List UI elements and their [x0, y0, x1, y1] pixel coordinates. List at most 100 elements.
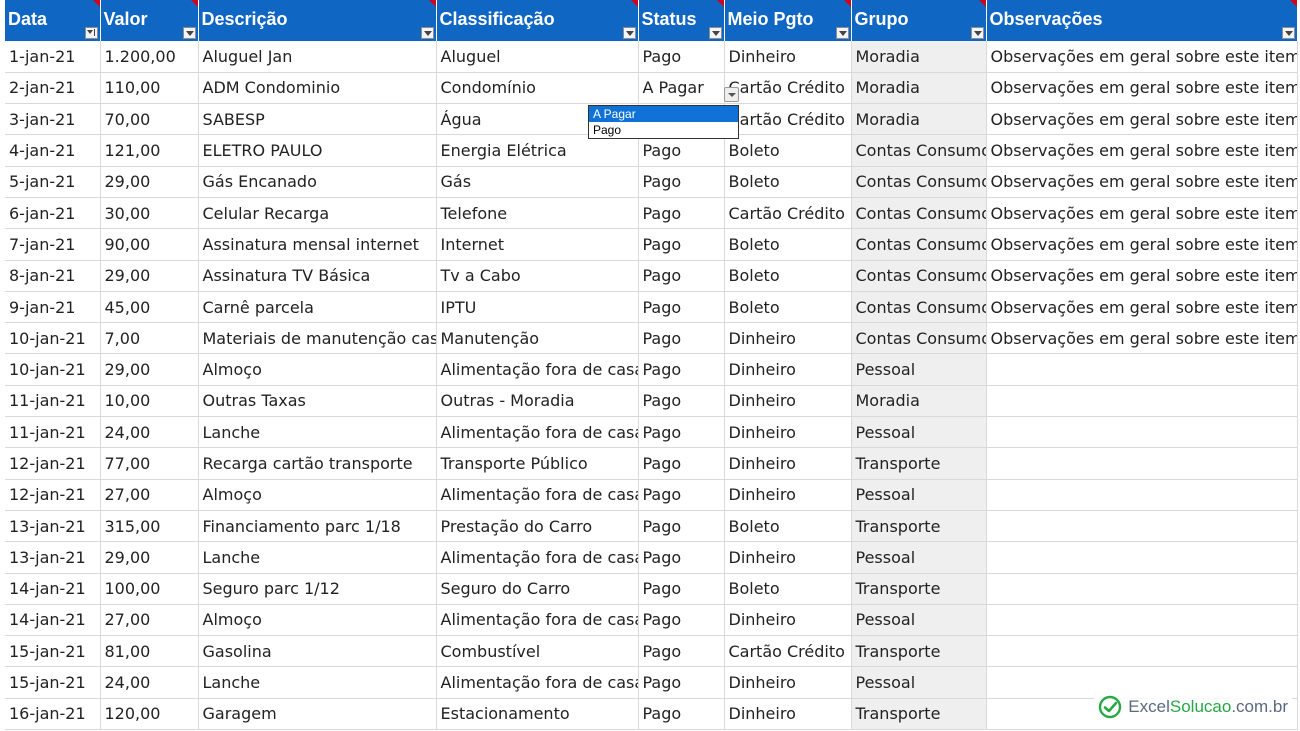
cell-valor[interactable]: 121,00: [100, 134, 199, 167]
cell-meio-pgto[interactable]: Dinheiro: [724, 41, 852, 73]
cell-valor[interactable]: 120,00: [100, 698, 199, 731]
cell-data[interactable]: 12-jan-21: [5, 479, 101, 511]
cell-grupo[interactable]: Pessoal: [851, 541, 987, 574]
cell-observacoes[interactable]: Observações em geral sobre este item: [986, 72, 1298, 105]
cell-data[interactable]: 1-jan-21: [5, 41, 101, 73]
sort-filter-icon[interactable]: [84, 27, 98, 39]
cell-data[interactable]: 11-jan-21: [5, 385, 101, 418]
cell-valor[interactable]: 29,00: [100, 166, 199, 198]
cell-valor[interactable]: 30,00: [100, 197, 199, 230]
active-cell-status[interactable]: A Pagar: [638, 72, 725, 105]
cell-descricao[interactable]: Celular Recarga: [198, 197, 437, 230]
cell-data[interactable]: 7-jan-21: [5, 228, 101, 261]
cell-descricao[interactable]: Assinatura mensal internet: [198, 228, 437, 261]
cell-observacoes[interactable]: Observações em geral sobre este item: [986, 41, 1298, 73]
cell-observacoes[interactable]: [986, 573, 1298, 605]
cell-classificacao[interactable]: Alimentação fora de casa: [436, 541, 639, 574]
cell-meio-pgto[interactable]: Dinheiro: [724, 604, 852, 637]
cell-data[interactable]: 4-jan-21: [5, 134, 101, 167]
cell-valor[interactable]: 100,00: [100, 573, 199, 605]
filter-dropdown-icon[interactable]: [182, 27, 196, 39]
cell-grupo[interactable]: Moradia: [851, 41, 987, 73]
cell-classificacao[interactable]: Prestação do Carro: [436, 510, 639, 543]
cell-valor[interactable]: 1.200,00: [100, 41, 199, 73]
cell-observacoes[interactable]: [986, 604, 1298, 637]
cell-observacoes[interactable]: Observações em geral sobre este item: [986, 103, 1298, 136]
cell-descricao[interactable]: Lanche: [198, 666, 437, 699]
cell-meio-pgto[interactable]: Cartão Crédito: [724, 103, 852, 136]
cell-descricao[interactable]: SABESP: [198, 103, 437, 136]
cell-observacoes[interactable]: Observações em geral sobre este item: [986, 166, 1298, 198]
filter-dropdown-icon[interactable]: [708, 27, 722, 39]
cell-status[interactable]: Pago: [638, 510, 725, 543]
cell-meio-pgto[interactable]: Boleto: [724, 228, 852, 261]
cell-grupo[interactable]: Contas Consumo: [851, 228, 987, 261]
cell-classificacao[interactable]: Condomínio: [436, 72, 639, 105]
cell-valor[interactable]: 110,00: [100, 72, 199, 105]
cell-classificacao[interactable]: Seguro do Carro: [436, 573, 639, 605]
cell-meio-pgto[interactable]: Dinheiro: [724, 541, 852, 574]
cell-meio-pgto[interactable]: Dinheiro: [724, 698, 852, 731]
cell-meio-pgto[interactable]: Boleto: [724, 134, 852, 167]
cell-status[interactable]: Pago: [638, 666, 725, 699]
cell-observacoes[interactable]: [986, 510, 1298, 543]
cell-classificacao[interactable]: Outras - Moradia: [436, 385, 639, 418]
cell-meio-pgto[interactable]: Dinheiro: [724, 385, 852, 418]
cell-grupo[interactable]: Contas Consumo: [851, 260, 987, 292]
cell-status[interactable]: Pago: [638, 291, 725, 324]
cell-classificacao[interactable]: Alimentação fora de casa: [436, 604, 639, 637]
cell-data[interactable]: 5-jan-21: [5, 166, 101, 198]
cell-status[interactable]: Pago: [638, 228, 725, 261]
filter-dropdown-icon[interactable]: [622, 27, 636, 39]
cell-status[interactable]: Pago: [638, 166, 725, 198]
cell-valor[interactable]: 27,00: [100, 604, 199, 637]
cell-descricao[interactable]: Gasolina: [198, 635, 437, 668]
cell-classificacao[interactable]: Aluguel: [436, 41, 639, 73]
cell-meio-pgto[interactable]: Boleto: [724, 510, 852, 543]
cell-status[interactable]: Pago: [638, 260, 725, 292]
cell-status[interactable]: Pago: [638, 698, 725, 731]
cell-descricao[interactable]: Gás Encanado: [198, 166, 437, 198]
cell-observacoes[interactable]: Observações em geral sobre este item: [986, 291, 1298, 324]
cell-descricao[interactable]: Almoço: [198, 353, 437, 386]
cell-observacoes[interactable]: [986, 353, 1298, 386]
cell-observacoes[interactable]: Observações em geral sobre este item: [986, 197, 1298, 230]
cell-grupo[interactable]: Pessoal: [851, 666, 987, 699]
cell-observacoes[interactable]: Observações em geral sobre este item: [986, 134, 1298, 167]
cell-data[interactable]: 10-jan-21: [5, 322, 101, 355]
cell-data[interactable]: 11-jan-21: [5, 416, 101, 449]
cell-valor[interactable]: 81,00: [100, 635, 199, 668]
cell-valor[interactable]: 315,00: [100, 510, 199, 543]
cell-classificacao[interactable]: Internet: [436, 228, 639, 261]
cell-valor[interactable]: 45,00: [100, 291, 199, 324]
cell-status[interactable]: Pago: [638, 573, 725, 605]
cell-valor[interactable]: 24,00: [100, 666, 199, 699]
cell-classificacao[interactable]: Manutenção: [436, 322, 639, 355]
cell-data[interactable]: 13-jan-21: [5, 510, 101, 543]
cell-valor[interactable]: 29,00: [100, 260, 199, 292]
cell-observacoes[interactable]: Observações em geral sobre este item: [986, 228, 1298, 261]
cell-grupo[interactable]: Transporte: [851, 698, 987, 731]
cell-descricao[interactable]: Lanche: [198, 541, 437, 574]
cell-data[interactable]: 10-jan-21: [5, 353, 101, 386]
filter-dropdown-icon[interactable]: [1281, 27, 1295, 39]
cell-meio-pgto[interactable]: Dinheiro: [724, 353, 852, 386]
cell-descricao[interactable]: ELETRO PAULO: [198, 134, 437, 167]
dropdown-option[interactable]: Pago: [589, 122, 738, 138]
cell-data[interactable]: 16-jan-21: [5, 698, 101, 731]
cell-valor[interactable]: 7,00: [100, 322, 199, 355]
cell-status[interactable]: Pago: [638, 385, 725, 418]
cell-observacoes[interactable]: [986, 541, 1298, 574]
cell-descricao[interactable]: Carnê parcela: [198, 291, 437, 324]
cell-descricao[interactable]: Materiais de manutenção casa: [198, 322, 437, 355]
cell-data[interactable]: 14-jan-21: [5, 604, 101, 637]
cell-status[interactable]: Pago: [638, 541, 725, 574]
cell-grupo[interactable]: Pessoal: [851, 479, 987, 511]
cell-classificacao[interactable]: Alimentação fora de casa: [436, 416, 639, 449]
cell-grupo[interactable]: Transporte: [851, 447, 987, 480]
cell-meio-pgto[interactable]: Dinheiro: [724, 447, 852, 480]
cell-classificacao[interactable]: Alimentação fora de casa: [436, 666, 639, 699]
cell-meio-pgto[interactable]: Dinheiro: [724, 666, 852, 699]
cell-valor[interactable]: 29,00: [100, 353, 199, 386]
filter-dropdown-icon[interactable]: [420, 27, 434, 39]
